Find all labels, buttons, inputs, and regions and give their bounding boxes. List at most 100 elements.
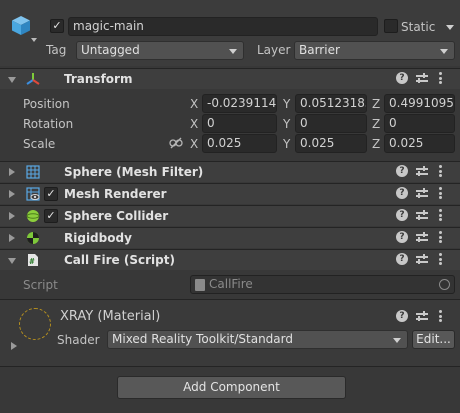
transform-body: Position X -0.0239114 Y 0.05123185 Z 0.4… [0,90,460,161]
header-icons: ? [396,165,452,179]
rotation-x-field[interactable]: 0 [202,114,277,133]
icon-dropdown-caret[interactable] [31,38,37,42]
foldout-closed-icon[interactable] [9,234,15,242]
foldout-open-icon[interactable] [8,77,16,83]
rotation-z-field[interactable]: 0 [384,114,455,133]
presets-icon[interactable] [416,231,428,243]
material-preview-icon [19,308,51,340]
tag-label: Tag [46,43,67,57]
position-y-field[interactable]: 0.05123185 [295,94,367,113]
scale-label[interactable]: Scale [23,137,55,151]
sphere-collider-enabled-checkbox[interactable]: ✓ [44,209,58,223]
script-label: Script [23,278,58,292]
material-section: XRAY (Material) ? Shader Mixed Reality T… [0,299,460,367]
call-fire-header[interactable]: # Call Fire (Script) ? [0,249,460,270]
presets-icon[interactable] [416,253,428,265]
position-label[interactable]: Position [23,97,70,111]
rotation-y-field[interactable]: 0 [295,114,367,133]
object-name-field[interactable]: magic-main [68,17,378,36]
transform-header[interactable]: Transform ? [0,68,460,89]
kebab-menu-icon[interactable] [438,209,442,221]
presets-icon[interactable] [416,72,428,84]
transform-title: Transform [64,72,133,86]
kebab-menu-icon[interactable] [438,310,442,322]
header-icons: ? [396,187,452,201]
object-picker-icon [439,279,450,290]
shader-dropdown[interactable]: Mixed Reality Toolkit/Standard [107,330,408,349]
kebab-menu-icon[interactable] [438,253,442,265]
svg-text:#: # [30,257,35,266]
shader-value: Mixed Reality Toolkit/Standard [112,332,293,346]
checkmark: ✓ [46,187,56,200]
static-checkbox[interactable] [384,19,398,33]
scale-z-field[interactable]: 0.025 [384,134,455,153]
mesh-renderer-enabled-checkbox[interactable]: ✓ [44,187,58,201]
script-icon: # [26,253,40,267]
header-icons: ? [396,72,452,86]
mesh-filter-title: Sphere (Mesh Filter) [64,165,204,179]
mesh-renderer-header[interactable]: ✓ Mesh Renderer ? [0,183,460,204]
scale-y-label[interactable]: Y [283,137,290,151]
help-icon[interactable]: ? [396,253,408,265]
help-icon[interactable]: ? [396,72,408,84]
header-icons: ? [396,231,452,245]
help-icon[interactable]: ? [396,209,408,221]
mesh-filter-header[interactable]: Sphere (Mesh Filter) ? [0,161,460,182]
help-icon[interactable]: ? [396,231,408,243]
kebab-menu-icon[interactable] [438,187,442,199]
call-fire-body: Script CallFire [0,271,460,297]
scale-x-field[interactable]: 0.025 [202,134,277,153]
presets-icon[interactable] [416,209,428,221]
script-file-icon [195,279,205,291]
layer-dropdown[interactable]: Barrier [294,41,455,60]
rigidbody-header[interactable]: Rigidbody ? [0,227,460,248]
help-icon[interactable]: ? [396,310,408,322]
position-z-label[interactable]: Z [372,97,380,111]
foldout-closed-icon[interactable] [9,212,15,220]
position-x-field[interactable]: -0.0239114 [202,94,277,113]
help-icon[interactable]: ? [396,165,408,177]
rotation-z-label[interactable]: Z [372,117,380,131]
gameobject-cube-icon [10,14,32,36]
script-object-field: CallFire [190,275,455,294]
scale-x-label[interactable]: X [190,137,198,151]
foldout-closed-icon[interactable] [9,168,15,176]
kebab-menu-icon[interactable] [438,72,442,84]
gameobject-header: ✓ magic-main Static Tag Untagged Layer B… [0,0,460,66]
presets-icon[interactable] [416,165,428,177]
header-icons: ? [396,209,452,223]
help-icon[interactable]: ? [396,187,408,199]
mesh-renderer-icon [26,187,40,201]
position-x-label[interactable]: X [190,97,198,111]
kebab-menu-icon[interactable] [438,231,442,243]
tag-value: Untagged [81,43,140,57]
sphere-collider-icon [26,209,40,223]
kebab-menu-icon[interactable] [438,165,442,177]
static-label: Static [401,20,436,34]
sphere-collider-title: Sphere Collider [64,209,169,223]
tag-dropdown[interactable]: Untagged [76,41,244,60]
static-dropdown-caret[interactable] [446,25,454,30]
presets-icon[interactable] [416,187,428,199]
rotation-y-label[interactable]: Y [283,117,290,131]
scale-z-label[interactable]: Z [372,137,380,151]
scale-y-field[interactable]: 0.025 [295,134,367,153]
active-checkbox[interactable]: ✓ [50,19,64,33]
shader-edit-button[interactable]: Edit... [412,330,455,349]
material-name: XRAY (Material) [60,309,161,324]
rotation-label[interactable]: Rotation [23,117,73,131]
layer-value: Barrier [299,43,340,57]
position-y-label[interactable]: Y [283,97,290,111]
material-foldout-icon[interactable] [11,342,17,350]
rotation-x-label[interactable]: X [190,117,198,131]
call-fire-title: Call Fire (Script) [64,253,175,267]
foldout-open-icon[interactable] [8,258,16,264]
constrain-proportions-icon[interactable] [169,137,183,149]
foldout-closed-icon[interactable] [9,190,15,198]
rigidbody-icon [26,231,40,245]
sphere-collider-header[interactable]: ✓ Sphere Collider ? [0,205,460,226]
position-z-field[interactable]: 0.4991095 [384,94,455,113]
shader-label: Shader [57,333,100,347]
add-component-button[interactable]: Add Component [117,376,346,399]
presets-icon[interactable] [416,310,428,322]
